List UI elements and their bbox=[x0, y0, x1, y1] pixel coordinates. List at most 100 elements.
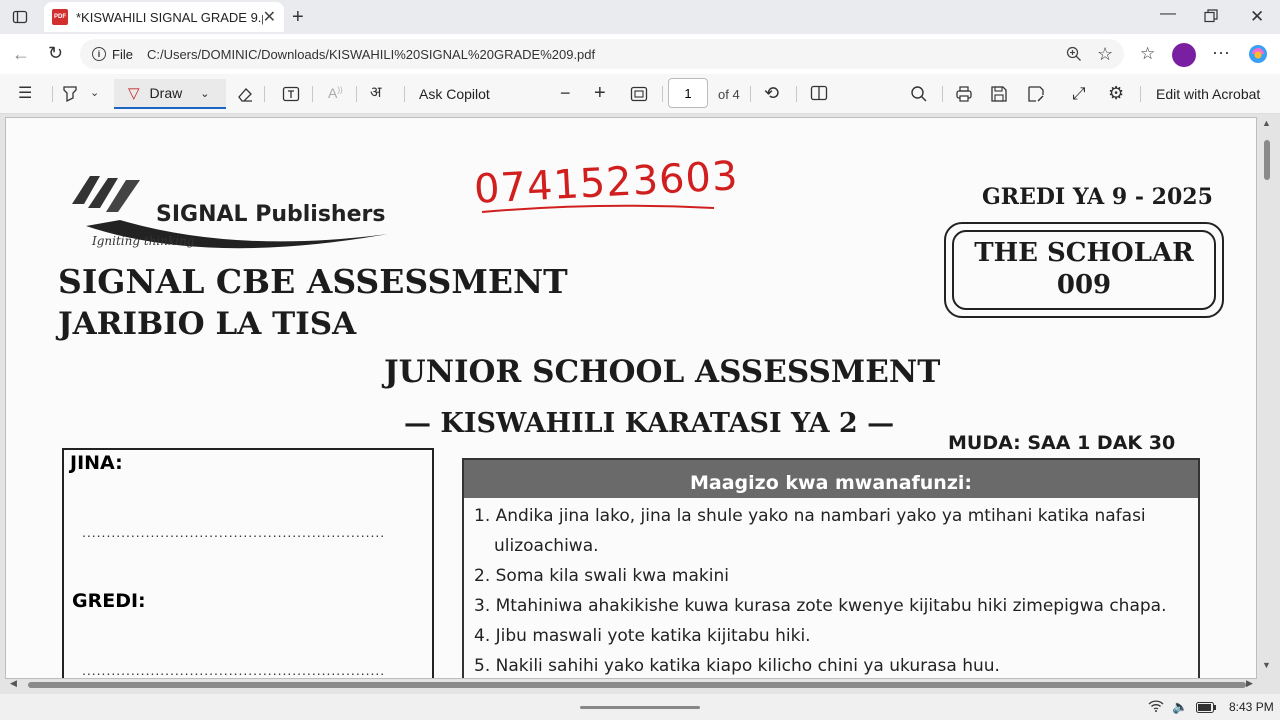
translate-icon[interactable]: अ bbox=[370, 85, 381, 100]
new-tab-icon[interactable]: + bbox=[292, 7, 304, 27]
search-icon[interactable] bbox=[910, 85, 928, 107]
page-view-icon[interactable] bbox=[810, 85, 828, 105]
restore-icon[interactable] bbox=[1204, 9, 1218, 27]
refresh-icon[interactable]: ↻ bbox=[48, 44, 63, 62]
horizontal-scroll-thumb[interactable] bbox=[28, 682, 1246, 688]
ask-copilot-button[interactable]: Ask Copilot bbox=[419, 74, 490, 114]
scroll-up-arrow[interactable]: ▲ bbox=[1262, 118, 1271, 128]
zoom-icon[interactable] bbox=[1066, 46, 1082, 66]
back-icon[interactable]: ← bbox=[12, 45, 30, 63]
volume-icon[interactable]: 🔈 bbox=[1172, 700, 1188, 713]
draw-label: Draw bbox=[149, 85, 183, 101]
zoom-out-icon[interactable]: − bbox=[560, 84, 571, 102]
eraser-icon[interactable] bbox=[236, 85, 254, 107]
grade-field-label: GREDI: bbox=[72, 590, 146, 612]
tab-actions-icon[interactable] bbox=[12, 9, 28, 29]
save-as-icon[interactable] bbox=[1027, 85, 1045, 107]
toolbar-divider bbox=[264, 86, 265, 102]
toolbar-divider bbox=[312, 86, 313, 102]
chevron-down-icon: ⌄ bbox=[200, 87, 210, 100]
draw-button[interactable]: ▽ Draw ⌄ bbox=[114, 79, 226, 109]
pdf-file-icon: PDF bbox=[52, 9, 68, 25]
profile-avatar[interactable] bbox=[1172, 43, 1196, 67]
home-indicator bbox=[580, 706, 700, 709]
toolbar-divider bbox=[796, 86, 797, 102]
close-window-icon[interactable]: ✕ bbox=[1250, 8, 1264, 25]
instruction-line: ulizoachiwa. bbox=[494, 536, 599, 556]
instruction-line: 1. Andika jina lako, jina la shule yako … bbox=[474, 506, 1146, 526]
toolbar-divider bbox=[404, 86, 405, 102]
edit-with-acrobat-button[interactable]: Edit with Acrobat bbox=[1156, 74, 1260, 114]
url-scheme-label: File bbox=[112, 46, 133, 62]
wifi-icon[interactable] bbox=[1148, 699, 1164, 715]
assessment-title-line1: SIGNAL CBE ASSESSMENT bbox=[58, 262, 568, 301]
student-details-box: JINA: ..................................… bbox=[62, 448, 434, 678]
instruction-line: 2. Soma kila swali kwa makini bbox=[474, 566, 729, 586]
more-menu-icon[interactable]: ··· bbox=[1212, 43, 1230, 61]
read-aloud-icon[interactable]: A)) bbox=[328, 86, 343, 100]
clock-time[interactable]: 8:43 PM bbox=[1229, 700, 1274, 714]
favorites-icon[interactable]: ☆ bbox=[1140, 45, 1155, 62]
duration-label: MUDA: SAA 1 DAK 30 bbox=[948, 432, 1176, 454]
print-icon[interactable] bbox=[955, 85, 973, 107]
battery-icon[interactable] bbox=[1196, 701, 1216, 717]
browser-tab[interactable]: PDF *KISWAHILI SIGNAL GRADE 9.pdf ✕ bbox=[44, 2, 284, 32]
address-bar-row: ← ↻ i File C:/Users/DOMINIC/Downloads/KI… bbox=[0, 34, 1280, 74]
name-dotted-line: ........................................… bbox=[82, 524, 386, 540]
vertical-scrollbar[interactable]: ▲ ▼ bbox=[1262, 118, 1272, 678]
horizontal-scrollbar[interactable]: ◀ ▶ bbox=[8, 678, 1258, 690]
minimize-icon[interactable]: — bbox=[1160, 6, 1176, 22]
toolbar-divider bbox=[1140, 86, 1141, 102]
toolbar-divider bbox=[942, 86, 943, 102]
vertical-scroll-thumb[interactable] bbox=[1264, 140, 1270, 180]
zoom-in-icon[interactable]: + bbox=[594, 83, 606, 103]
toolbar-divider bbox=[662, 86, 663, 102]
page-number-input[interactable]: 1 bbox=[668, 78, 708, 108]
save-icon[interactable] bbox=[990, 85, 1008, 107]
scroll-right-arrow[interactable]: ▶ bbox=[1246, 678, 1253, 689]
toolbar-divider bbox=[356, 86, 357, 102]
page-total: of 4 bbox=[718, 86, 740, 102]
favorite-star-icon[interactable]: ☆ bbox=[1097, 45, 1113, 63]
copilot-icon[interactable] bbox=[1248, 44, 1268, 68]
pdf-page: SIGNAL Publishers Igniting thinking 0741… bbox=[5, 117, 1257, 679]
pdf-viewer: SIGNAL Publishers Igniting thinking 0741… bbox=[0, 114, 1280, 694]
expand-icon[interactable]: ⤢ bbox=[1072, 85, 1086, 102]
fit-page-icon[interactable] bbox=[630, 86, 648, 106]
grade-label: GREDI YA 9 - 2025 bbox=[982, 184, 1213, 210]
highlight-icon[interactable] bbox=[62, 85, 78, 107]
settings-gear-icon[interactable]: ⚙ bbox=[1108, 84, 1124, 102]
school-title: JUNIOR SCHOOL ASSESSMENT bbox=[384, 354, 941, 390]
draw-pen-icon: ▽ bbox=[128, 85, 140, 102]
instruction-line: 3. Mtahiniwa ahakikishe kuwa kurasa zote… bbox=[474, 596, 1167, 616]
toolbar-divider bbox=[750, 86, 751, 102]
assessment-title-line2: JARIBIO LA TISA bbox=[58, 306, 357, 342]
paper-title: — KISWAHILI KARATASI YA 2 — bbox=[404, 408, 895, 439]
publisher-tagline: Igniting thinking bbox=[92, 234, 195, 248]
grade-dotted-line: ........................................… bbox=[82, 662, 386, 678]
url-text: C:/Users/DOMINIC/Downloads/KISWAHILI%20S… bbox=[146, 46, 596, 62]
scholar-code: 009 bbox=[1056, 270, 1112, 300]
instruction-line: 4. Jibu maswali yote katika kijitabu hik… bbox=[474, 626, 811, 646]
text-box-icon[interactable] bbox=[282, 85, 300, 107]
handwritten-underline bbox=[481, 204, 715, 213]
instructions-box: Maagizo kwa mwanafunzi: 1. Andika jina l… bbox=[462, 458, 1200, 678]
rotate-icon[interactable]: ⟲ bbox=[764, 84, 779, 102]
scholar-title: THE SCHOLAR bbox=[974, 238, 1194, 268]
scroll-down-arrow[interactable]: ▼ bbox=[1262, 660, 1271, 670]
title-bar: PDF *KISWAHILI SIGNAL GRADE 9.pdf ✕ + — … bbox=[0, 0, 1280, 34]
instructions-header: Maagizo kwa mwanafunzi: bbox=[464, 460, 1198, 498]
toolbar-divider bbox=[52, 86, 53, 102]
tab-title: *KISWAHILI SIGNAL GRADE 9.pdf bbox=[76, 9, 263, 25]
taskbar: 🔈 8:43 PM bbox=[0, 694, 1280, 720]
close-tab-icon[interactable]: ✕ bbox=[263, 7, 276, 27]
address-input[interactable]: i File C:/Users/DOMINIC/Downloads/KISWAH… bbox=[80, 39, 1124, 69]
chevron-down-icon[interactable]: ⌄ bbox=[90, 88, 99, 99]
pdf-toolbar: ☰ ⌄ ▽ Draw ⌄ A)) अ Ask Copilot − + ⟲ ⤢ ⚙… bbox=[0, 74, 1280, 114]
contents-icon[interactable]: ☰ bbox=[18, 86, 32, 102]
scholar-box: THE SCHOLAR 009 bbox=[944, 222, 1224, 318]
publisher-name: SIGNAL Publishers bbox=[156, 202, 386, 227]
site-info-icon[interactable]: i bbox=[92, 47, 106, 61]
instruction-line: 5. Nakili sahihi yako katika kiapo kilic… bbox=[474, 656, 1000, 676]
scroll-left-arrow[interactable]: ◀ bbox=[10, 678, 17, 689]
